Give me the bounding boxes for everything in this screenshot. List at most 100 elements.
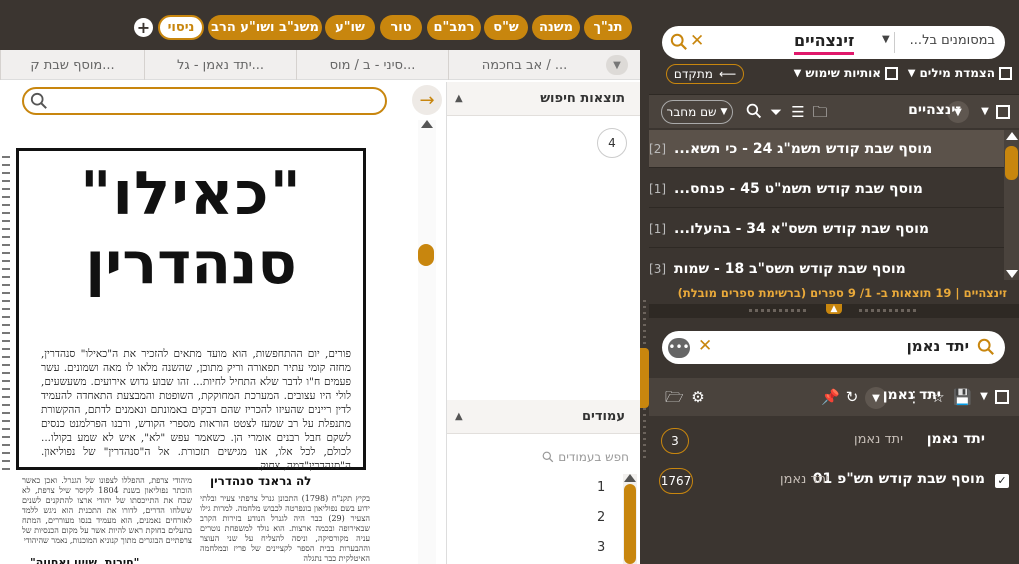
panel-splitter[interactable] — [640, 0, 649, 564]
books-search-input[interactable]: יתד נאמן — [907, 337, 969, 355]
books-search-box[interactable]: יתד נאמן ✕ ••• — [662, 331, 1005, 364]
panel-divider[interactable]: ▲ — [649, 304, 1019, 318]
results-scrollbar[interactable] — [1004, 130, 1019, 280]
search-icon[interactable] — [745, 103, 763, 121]
chevron-down-icon[interactable]: ▼ — [975, 388, 993, 406]
article-column-right: בקיץ תקנ"ח (1798) התכונן גנרל צרפתי צעיר… — [200, 494, 370, 563]
page-item-1[interactable]: 1 — [597, 480, 605, 495]
author-name-label: שם מחבר — [666, 105, 717, 119]
arrow-right-icon: → — [419, 89, 435, 111]
add-category-button[interactable]: + — [134, 18, 153, 37]
result-item[interactable]: מוסף שבת קודש תשמ"ט 45 - פנחס... [1] — [649, 170, 1004, 208]
search-scope-select[interactable]: במסומנים בל... — [910, 33, 995, 48]
book-checkbox[interactable]: ✓ — [995, 474, 1009, 488]
tab-document-4[interactable]: מוסף שבת ק... — [0, 50, 144, 80]
search-term-input[interactable]: זינצהיים — [794, 30, 855, 55]
tabs-dropdown-button[interactable]: ▼ — [606, 55, 628, 75]
category-rambam[interactable]: רמב"ם — [427, 15, 481, 40]
save-icon[interactable]: 💾 — [953, 388, 972, 406]
functional-letters-option[interactable]: אותיות שימוש ▼ — [794, 66, 898, 80]
pages-header[interactable]: ▲ עמודים — [447, 400, 641, 434]
page-item-2[interactable]: 2 — [597, 510, 605, 525]
clear-search-icon[interactable]: ✕ — [690, 31, 704, 51]
scroll-thumb[interactable] — [1005, 146, 1018, 180]
app-window: תנ"ך משנה ש"ס רמב"ם טור שו"ע משנ"ב ושו"ע… — [0, 0, 1019, 564]
advanced-search-button[interactable]: מתקדם ⟵ — [666, 64, 744, 84]
chevron-up-icon[interactable]: ▲ — [826, 304, 842, 314]
list-icon[interactable]: ☰ — [789, 103, 807, 121]
folder-open-icon[interactable]: 🗁 — [665, 388, 684, 406]
search-icon — [542, 451, 554, 463]
word-adjacency-label: הצמדת מילים — [919, 66, 995, 80]
category-tanakh[interactable]: תנ"ך — [584, 15, 632, 40]
result-item[interactable]: מוסף שבת קודש תשמ"ג 24 - כי תשא... [2] — [649, 130, 1004, 168]
clear-books-search-icon[interactable]: ✕ — [698, 336, 712, 356]
books-toolbar: ▼ 💾 ☆ ⋮ ▼ ↻ 📌 יתד נאמן ⚙ 🗁 — [649, 378, 1019, 416]
book-hit-count: 3 — [661, 428, 689, 454]
category-mishna[interactable]: משנה — [532, 15, 580, 40]
scroll-down-arrow[interactable] — [1006, 270, 1018, 278]
headline-box: "כאילו" סנהדרין פורים, יום ההתחפשות, הוא… — [16, 148, 366, 472]
results-title: זינצהיים — [908, 102, 961, 118]
word-adjacency-option[interactable]: הצמדת מילים ▼ — [908, 66, 1012, 80]
chevron-down-icon[interactable]: ▼ — [794, 68, 802, 79]
page-item-3[interactable]: 3 — [597, 540, 605, 555]
book-name: מוסף שבת קודש תש"פ 01 — [812, 471, 985, 487]
more-options-icon[interactable]: ••• — [668, 338, 690, 358]
scroll-up-arrow[interactable] — [1006, 132, 1018, 140]
refresh-icon[interactable]: ↻ — [843, 388, 861, 406]
chevron-up-icon: ▲ — [455, 411, 463, 422]
search-icon[interactable] — [670, 33, 688, 51]
chevron-down-icon[interactable]: ▼ — [908, 68, 916, 79]
document-viewer[interactable]: "כאילו" סנהדרין פורים, יום ההתחפשות, הוא… — [0, 120, 420, 564]
category-shulchan-aruch[interactable]: שו"ע — [325, 15, 375, 40]
filter-icon[interactable]: ⏷ — [767, 103, 785, 121]
book-tree-item[interactable]: 1767 ✓ מוסף שבת קודש תש"פ 01 יתד נאמן — [649, 462, 1019, 500]
article-sub-heading: לה גראנד סנהדרין — [210, 474, 312, 488]
pages-search-input[interactable]: חפש בעמודים — [455, 446, 633, 468]
category-custom[interactable]: ניסוי — [158, 15, 204, 40]
chevron-down-icon[interactable]: ▼ — [976, 103, 994, 121]
books-title: יתד נאמן — [882, 387, 941, 403]
search-results-header[interactable]: ▲ תוצאות חיפוש — [447, 82, 641, 116]
folder-search-icon[interactable]: 🗀 — [811, 103, 829, 121]
book-tree-item[interactable]: 3 יתד נאמן יתד נאמן — [649, 422, 1019, 460]
pages-title: עמודים — [581, 409, 625, 424]
collapse-all-checkbox[interactable] — [995, 390, 1009, 404]
settings-icon[interactable]: ⚙ — [689, 388, 707, 406]
document-search-input[interactable] — [22, 87, 387, 115]
scroll-up-arrow[interactable] — [421, 120, 433, 128]
scroll-up-arrow[interactable] — [624, 474, 636, 482]
result-item[interactable]: מוסף שבת קודש תשס"ב 18 - שמות [3] — [649, 250, 1004, 280]
search-icon — [30, 92, 47, 109]
category-tur[interactable]: טור — [380, 15, 422, 40]
word-adjacency-checkbox[interactable] — [999, 66, 1012, 80]
chevron-down-icon[interactable]: ▼ — [882, 34, 890, 45]
document-tabs: אב בחכמה / ... סיני - ב / מוס... יתד נאמ… — [0, 50, 640, 80]
pages-search-placeholder: חפש בעמודים — [558, 450, 629, 464]
category-mishna-berura[interactable]: משנ"ב ושו"ע הרב — [208, 15, 322, 40]
pages-scrollbar[interactable] — [623, 474, 637, 564]
tab-document-2[interactable]: סיני - ב / מוס... — [296, 50, 448, 80]
search-icon[interactable] — [977, 338, 995, 356]
select-all-checkbox[interactable] — [996, 105, 1010, 119]
document-scrollbar[interactable] — [418, 120, 436, 564]
book-hit-count: 1767 — [659, 468, 693, 494]
search-panel: במסומנים בל... ▼ זינצהיים ✕ הצמדת מילים … — [649, 0, 1019, 564]
chevron-down-icon: ▼ — [720, 107, 728, 117]
article-text: פורים, יום ההתחפשות, הוא מועד מתאים להזכ… — [41, 348, 351, 472]
pin-icon[interactable]: 📌 — [821, 388, 840, 406]
tab-document-3[interactable]: יתד נאמן - גל... — [144, 50, 296, 80]
headline-line-2: סנהדרין — [85, 229, 297, 297]
main-search-box[interactable]: במסומנים בל... ▼ זינצהיים ✕ — [662, 26, 1005, 59]
scroll-thumb[interactable] — [418, 244, 434, 266]
functional-letters-checkbox[interactable] — [885, 66, 898, 80]
tab-document-1[interactable]: אב בחכמה / ... — [448, 50, 600, 80]
scroll-thumb[interactable] — [624, 484, 636, 564]
collapse-panel-button[interactable]: → — [412, 85, 442, 115]
author-name-button[interactable]: שם מחבר ▼ — [661, 100, 733, 124]
collapse-right-panel-button[interactable] — [640, 348, 649, 408]
category-shas[interactable]: ש"ס — [484, 15, 528, 40]
document-search-row: → — [0, 82, 446, 118]
result-item[interactable]: מוסף שבת קודש תשס"א 34 - בהעלו... [1] — [649, 210, 1004, 248]
